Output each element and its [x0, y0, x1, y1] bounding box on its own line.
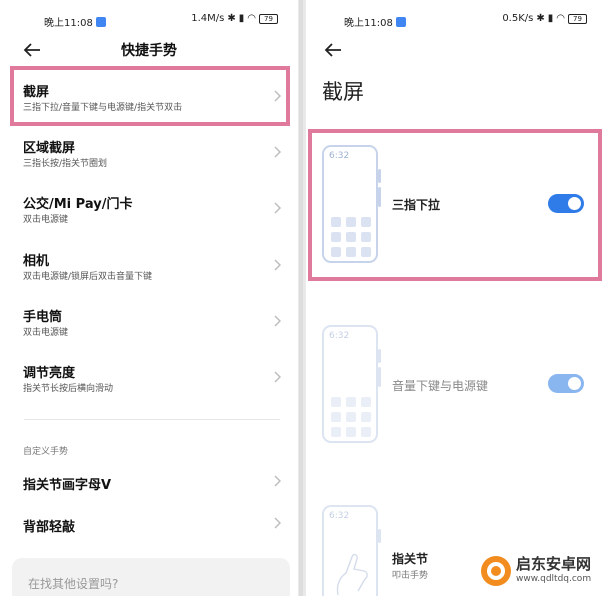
gesture-settings-screen: 晚上11:08 1.4M/s ✱ ▮ ◠ 79 快捷手势 截屏 三指下拉/音量下… — [0, 0, 298, 596]
notification-icon — [95, 17, 106, 27]
wifi-icon: ◠ — [247, 13, 256, 24]
phone-illustration: 6:32 — [322, 505, 381, 596]
status-bar: 晚上11:08 0.5K/s ✱ ▮ ◠ 79 — [306, 0, 613, 40]
wifi-icon: ◠ — [556, 13, 565, 24]
option-label: 音量下键与电源键 — [392, 379, 489, 393]
status-bar: 晚上11:08 1.4M/s ✱ ▮ ◠ 79 — [0, 0, 298, 40]
chevron-right-icon — [274, 146, 281, 158]
back-arrow-icon[interactable] — [322, 39, 344, 61]
setting-item-brightness[interactable]: 调节亮度 指关节长按后横向滑动 — [12, 349, 284, 405]
volume-power-toggle[interactable] — [548, 374, 584, 393]
highlight-box — [308, 129, 602, 281]
signal-icon: ▮ — [238, 13, 245, 24]
battery-icon: 79 — [568, 13, 587, 24]
bluetooth-icon: ✱ — [227, 13, 236, 24]
watermark: 启东安卓网 www.qdltdq.com — [478, 551, 608, 591]
chevron-right-icon — [274, 315, 281, 327]
highlight-box — [10, 66, 290, 126]
notification-icon — [395, 17, 406, 27]
screenshot-settings-screen: 晚上11:08 0.5K/s ✱ ▮ ◠ 79 截屏 6:32 三指下拉 6:3… — [306, 0, 613, 596]
chevron-right-icon — [274, 202, 281, 214]
phone-illustration: 6:32 — [322, 325, 381, 443]
divider — [24, 419, 280, 420]
page-title: 截屏 — [322, 80, 364, 104]
setting-item-mi-pay[interactable]: 公交/Mi Pay/门卡 双击电源键 — [12, 180, 284, 236]
setting-item-camera[interactable]: 相机 双击电源键/锁屏后双击音量下键 — [12, 237, 284, 293]
setting-item-back-tap[interactable]: 背部轻敲 — [12, 497, 284, 553]
setting-item-flashlight[interactable]: 手电筒 双击电源键 — [12, 293, 284, 349]
net-speed: 1.4M/s — [191, 13, 225, 24]
option-label: 指关节 — [392, 552, 429, 566]
chevron-right-icon — [274, 517, 281, 529]
setting-item-area-screenshot[interactable]: 区域截屏 三指长按/指关节圈划 — [12, 124, 284, 180]
signal-icon: ▮ — [547, 13, 554, 24]
net-speed: 0.5K/s — [502, 13, 534, 24]
option-sublabel: 叩击手势 — [392, 571, 429, 581]
hand-icon — [336, 553, 368, 596]
battery-icon: 79 — [259, 13, 278, 24]
status-time: 晚上11:08 — [344, 14, 406, 29]
watermark-logo-icon — [481, 556, 511, 586]
search-input[interactable]: 在找其他设置吗? — [12, 558, 290, 596]
chevron-right-icon — [274, 371, 281, 383]
chevron-right-icon — [274, 259, 281, 271]
page-title: 快捷手势 — [121, 43, 177, 59]
chevron-right-icon — [274, 475, 281, 487]
bluetooth-icon: ✱ — [536, 13, 545, 24]
divider-bar — [299, 0, 303, 596]
status-time: 晚上11:08 — [44, 14, 106, 29]
